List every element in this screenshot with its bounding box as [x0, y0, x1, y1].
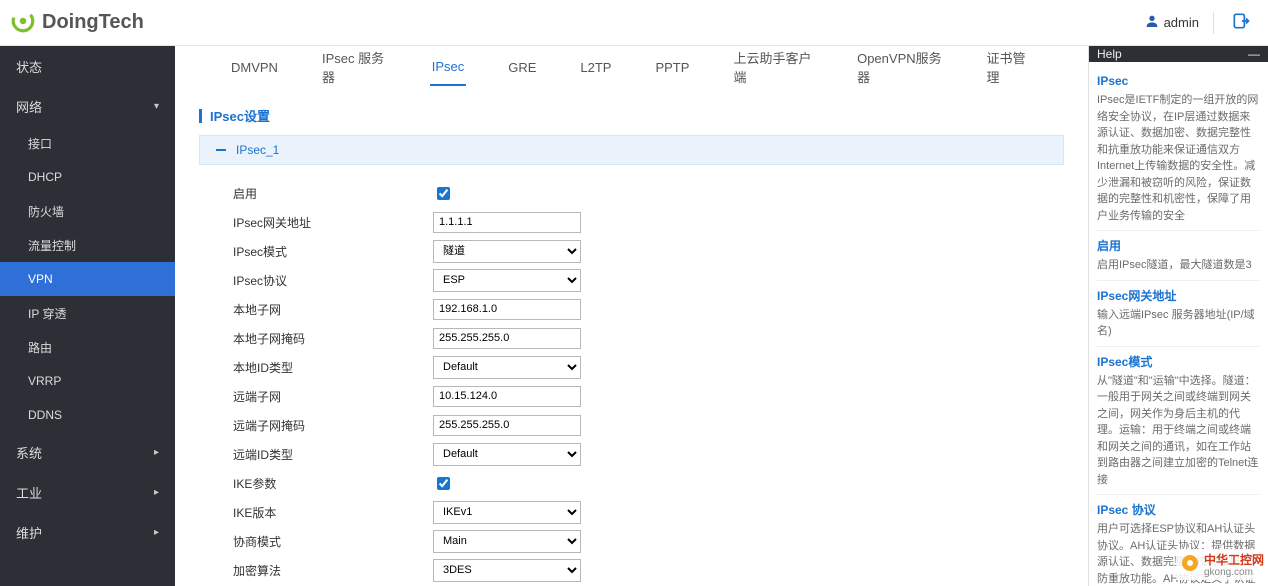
checkbox-ike-params[interactable] [437, 477, 450, 490]
select-neg-mode[interactable]: Main [433, 530, 581, 553]
label-local-mask: 本地子网掩码 [233, 330, 433, 347]
tab-cloud-client[interactable]: 上云助手客户端 [731, 46, 815, 96]
brand-name: DoingTech [42, 11, 144, 34]
sidebar-item-label: 维护 [16, 523, 42, 542]
select-proto[interactable]: ESP [433, 269, 581, 292]
help-title: Help [1097, 47, 1122, 61]
sidebar-item-interface[interactable]: 接口 [0, 126, 175, 160]
tab-ipsec-server[interactable]: IPsec 服务器 [320, 46, 390, 96]
tab-cert-mgmt[interactable]: 证书管理 [984, 46, 1034, 96]
ipsec-form: 启用 IPsec网关地址 IPsec模式 隧道 IPsec协议 ESP 本地子网… [199, 165, 1064, 585]
tab-ipsec[interactable]: IPsec [430, 49, 467, 86]
help-section: IPsec网关地址输入远端IPsec 服务器地址(IP/域名) [1097, 280, 1260, 346]
checkbox-enable[interactable] [437, 187, 450, 200]
help-section: 启用启用IPsec隧道，最大隧道数是3 [1097, 230, 1260, 280]
section-title: IPsec设置 [199, 106, 1064, 125]
label-mode: IPsec模式 [233, 243, 433, 260]
chevron-down-icon: ▾ [154, 101, 159, 112]
sidebar-item-label: IP 穿透 [28, 305, 66, 322]
label-local-id-type: 本地ID类型 [233, 359, 433, 376]
help-section: IPsec模式从"隧道"和"运输"中选择。隧道：一般用于网关之间或终端到网关之间… [1097, 346, 1260, 495]
input-remote-mask[interactable] [433, 415, 581, 436]
sidebar-item-vpn[interactable]: VPN [0, 262, 175, 296]
user-name: admin [1164, 15, 1199, 30]
sidebar-item-label: 状态 [16, 57, 42, 76]
sidebar: 状态 网络 ▾ 接口 DHCP 防火墙 流量控制 VPN IP 穿透 路由 VR… [0, 46, 175, 586]
sidebar-item-label: 接口 [28, 135, 52, 152]
sidebar-item-label: VRRP [28, 374, 61, 388]
label-remote-mask: 远端子网掩码 [233, 417, 433, 434]
help-header: Help — [1089, 46, 1268, 62]
input-gateway[interactable] [433, 212, 581, 233]
sidebar-item-status[interactable]: 状态 [0, 46, 175, 86]
label-proto: IPsec协议 [233, 272, 433, 289]
tab-openvpn-server[interactable]: OpenVPN服务器 [855, 46, 944, 96]
select-ike-version[interactable]: IKEv1 [433, 501, 581, 524]
collapse-icon [216, 149, 226, 151]
watermark: 中华工控网 gkong.com [1176, 549, 1266, 580]
sidebar-item-ip-passthrough[interactable]: IP 穿透 [0, 296, 175, 330]
sidebar-item-dhcp[interactable]: DHCP [0, 160, 175, 194]
sidebar-item-label: 系统 [16, 443, 42, 462]
tab-dmvpn[interactable]: DMVPN [229, 50, 280, 85]
label-ike-version: IKE版本 [233, 504, 433, 521]
top-bar: DoingTech admin [0, 0, 1268, 46]
tab-bar: DMVPN IPsec 服务器 IPsec GRE L2TP PPTP 上云助手… [199, 46, 1064, 88]
input-remote-subnet[interactable] [433, 386, 581, 407]
help-panel: Help — IPsecIPsec是IETF制定的一组开放的网络安全协议，在IP… [1088, 46, 1268, 586]
divider [1213, 12, 1214, 34]
sidebar-item-label: 网络 [16, 97, 42, 116]
sidebar-item-traffic[interactable]: 流量控制 [0, 228, 175, 262]
sidebar-item-system[interactable]: 系统 ▸ [0, 432, 175, 472]
select-local-id-type[interactable]: Default [433, 356, 581, 379]
help-body: IPsecIPsec是IETF制定的一组开放的网络安全协议，在IP层通过数据来源… [1089, 62, 1268, 586]
label-remote-subnet: 远端子网 [233, 388, 433, 405]
tab-l2tp[interactable]: L2TP [578, 50, 613, 85]
input-local-mask[interactable] [433, 328, 581, 349]
tab-pptp[interactable]: PPTP [653, 50, 691, 85]
main-area: DMVPN IPsec 服务器 IPsec GRE L2TP PPTP 上云助手… [175, 46, 1088, 586]
label-remote-id-type: 远端ID类型 [233, 446, 433, 463]
input-local-subnet[interactable] [433, 299, 581, 320]
sidebar-item-ddns[interactable]: DDNS [0, 398, 175, 432]
sidebar-item-label: VPN [28, 272, 53, 286]
sidebar-item-firewall[interactable]: 防火墙 [0, 194, 175, 228]
logout-button[interactable] [1228, 10, 1254, 36]
label-gateway: IPsec网关地址 [233, 214, 433, 231]
logout-icon [1231, 11, 1251, 34]
sidebar-item-label: DDNS [28, 408, 62, 422]
chevron-right-icon: ▸ [154, 447, 159, 458]
minimize-icon[interactable]: — [1248, 47, 1260, 61]
user-area[interactable]: admin [1144, 13, 1199, 32]
select-enc-alg[interactable]: 3DES [433, 559, 581, 582]
label-local-subnet: 本地子网 [233, 301, 433, 318]
user-icon [1144, 13, 1160, 32]
label-neg-mode: 协商模式 [233, 533, 433, 550]
sidebar-item-industry[interactable]: 工业 ▸ [0, 472, 175, 512]
select-remote-id-type[interactable]: Default [433, 443, 581, 466]
accordion-header-ipsec1[interactable]: IPsec_1 [199, 135, 1064, 165]
sidebar-item-network[interactable]: 网络 ▾ [0, 86, 175, 126]
sidebar-item-maintain[interactable]: 维护 ▸ [0, 512, 175, 552]
sidebar-item-label: 防火墙 [28, 203, 64, 220]
help-section: IPsecIPsec是IETF制定的一组开放的网络安全协议，在IP层通过数据来源… [1097, 66, 1260, 230]
chevron-right-icon: ▸ [154, 487, 159, 498]
sidebar-item-label: DHCP [28, 170, 62, 184]
accordion-title: IPsec_1 [236, 143, 279, 157]
label-ike-params: IKE参数 [233, 475, 433, 492]
sidebar-item-label: 路由 [28, 339, 52, 356]
sidebar-item-label: 流量控制 [28, 237, 76, 254]
brand-logo: DoingTech [10, 8, 144, 37]
label-enc-alg: 加密算法 [233, 562, 433, 579]
gear-icon [1178, 551, 1202, 578]
select-mode[interactable]: 隧道 [433, 240, 581, 263]
chevron-right-icon: ▸ [154, 527, 159, 538]
logo-icon [10, 8, 36, 37]
sidebar-item-label: 工业 [16, 483, 42, 502]
sidebar-item-vrrp[interactable]: VRRP [0, 364, 175, 398]
tab-gre[interactable]: GRE [506, 50, 538, 85]
label-enable: 启用 [233, 185, 433, 202]
sidebar-item-route[interactable]: 路由 [0, 330, 175, 364]
